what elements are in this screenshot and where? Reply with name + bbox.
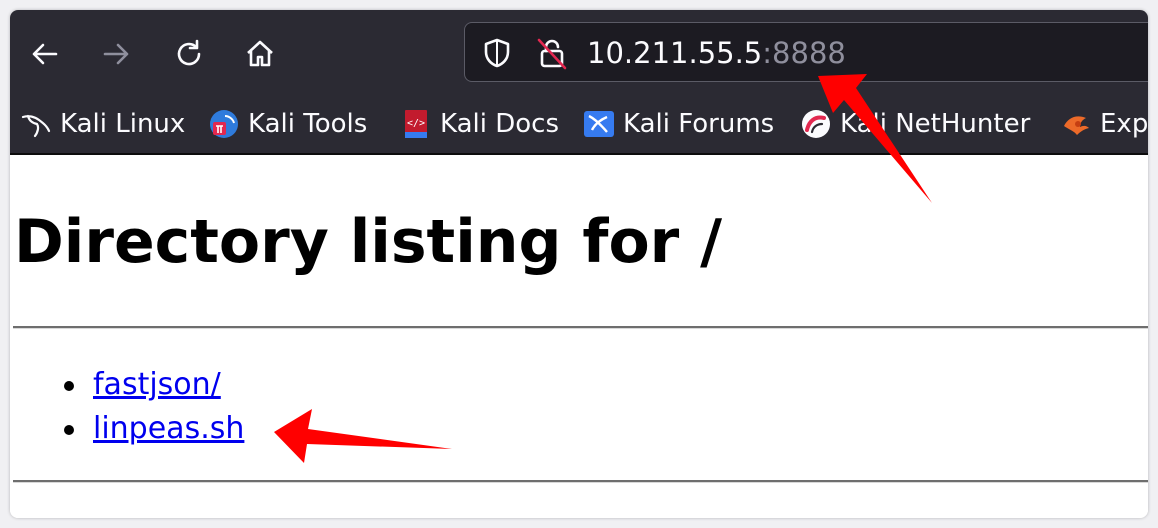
kali-tools-icon xyxy=(210,110,238,138)
kali-forums-icon xyxy=(584,111,614,137)
bookmark-label: Kali NetHunter xyxy=(840,109,1031,139)
page-title: Directory listing for / xyxy=(14,207,723,277)
kali-dragon-icon xyxy=(21,114,51,138)
url-text[interactable]: 10.211.55.5:8888 xyxy=(587,33,846,73)
bullet-icon xyxy=(64,425,74,435)
reload-button[interactable] xyxy=(169,34,209,74)
address-bar[interactable]: 10.211.55.5:8888 xyxy=(464,22,1148,82)
home-icon xyxy=(247,40,273,67)
horizontal-rule-top xyxy=(13,326,1148,329)
kali-docs-icon: </> xyxy=(405,110,427,138)
back-button[interactable] xyxy=(25,34,65,74)
arrow-left-icon xyxy=(32,43,58,65)
bookmarks-toolbar: Kali Linux Kali Tools </> Kali Docs Kali… xyxy=(10,102,1148,146)
browser-toolbar: 10.211.55.5:8888 Kali Linux Kali Tools <… xyxy=(10,10,1148,155)
url-host: 10.211.55.5 xyxy=(587,36,763,70)
bookmark-kali-linux[interactable]: Kali Linux xyxy=(20,102,185,146)
bookmark-label: Kali Forums xyxy=(623,109,775,139)
bullet-icon xyxy=(64,381,74,391)
exploit-db-icon xyxy=(1064,116,1089,135)
bookmark-kali-tools[interactable]: Kali Tools xyxy=(208,102,367,146)
svg-text:</>: </> xyxy=(407,118,425,129)
bookmark-kali-nethunter[interactable]: Kali NetHunter xyxy=(800,102,1030,146)
tracking-protection-shield-icon[interactable] xyxy=(480,36,514,70)
bookmark-label: Exp xyxy=(1100,109,1148,139)
bookmark-exploit-db[interactable]: Exp xyxy=(1060,102,1148,146)
arrow-right-icon xyxy=(103,43,129,65)
bookmark-label: Kali Tools xyxy=(248,109,368,139)
browser-window: 10.211.55.5:8888 Kali Linux Kali Tools <… xyxy=(10,10,1148,518)
horizontal-rule-bottom xyxy=(13,480,1148,483)
bookmark-label: Kali Docs xyxy=(440,109,560,139)
page-content: Directory listing for / fastjson/ linpea… xyxy=(10,155,1148,518)
kali-nethunter-icon xyxy=(802,110,830,138)
forward-button[interactable] xyxy=(96,34,136,74)
reload-icon xyxy=(177,39,201,66)
home-button[interactable] xyxy=(240,34,280,74)
bookmark-label: Kali Linux xyxy=(60,109,186,139)
insecure-lock-icon[interactable] xyxy=(535,36,569,70)
bookmark-kali-forums[interactable]: Kali Forums xyxy=(583,102,774,146)
file-link-fastjson[interactable]: fastjson/ xyxy=(93,363,221,407)
bookmark-kali-docs[interactable]: </> Kali Docs xyxy=(400,102,559,146)
file-link-linpeas[interactable]: linpeas.sh xyxy=(93,407,244,451)
url-port: :8888 xyxy=(762,36,846,70)
